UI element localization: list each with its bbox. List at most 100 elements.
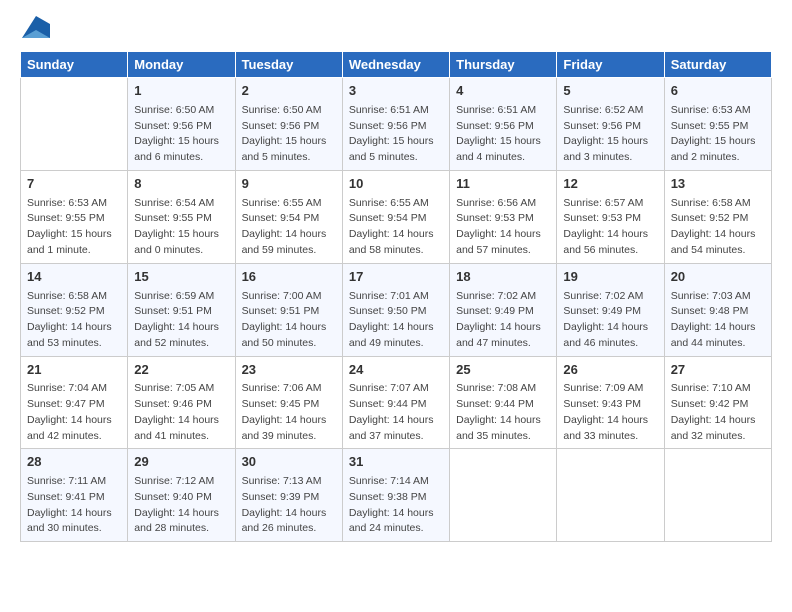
day-number: 13	[671, 175, 765, 194]
calendar-cell: 4Sunrise: 6:51 AMSunset: 9:56 PMDaylight…	[450, 78, 557, 171]
header-wednesday: Wednesday	[342, 52, 449, 78]
day-number: 22	[134, 361, 228, 380]
calendar-cell: 18Sunrise: 7:02 AMSunset: 9:49 PMDayligh…	[450, 263, 557, 356]
calendar-cell: 3Sunrise: 6:51 AMSunset: 9:56 PMDaylight…	[342, 78, 449, 171]
day-number: 2	[242, 82, 336, 101]
day-number: 5	[563, 82, 657, 101]
cell-info: Sunrise: 7:11 AMSunset: 9:41 PMDaylight:…	[27, 474, 121, 537]
day-number: 30	[242, 453, 336, 472]
page-header	[20, 16, 772, 43]
calendar-cell	[21, 78, 128, 171]
cell-info: Sunrise: 7:07 AMSunset: 9:44 PMDaylight:…	[349, 381, 443, 444]
calendar-cell: 23Sunrise: 7:06 AMSunset: 9:45 PMDayligh…	[235, 356, 342, 449]
calendar-cell: 28 Sunrise: 7:11 AMSunset: 9:41 PMDayligh…	[21, 449, 128, 542]
day-number: 18	[456, 268, 550, 287]
cell-info: Sunrise: 6:50 AMSunset: 9:56 PMDaylight:…	[242, 103, 336, 166]
header-sunday: Sunday	[21, 52, 128, 78]
calendar-cell: 16Sunrise: 7:00 AMSunset: 9:51 PMDayligh…	[235, 263, 342, 356]
calendar-cell: 17 Sunrise: 7:01 AMSunset: 9:50 PMDayligh…	[342, 263, 449, 356]
cell-info: Sunrise: 7:04 AMSunset: 9:47 PMDaylight:…	[27, 381, 121, 444]
cell-info: Sunrise: 7:14 AMSunset: 9:38 PMDaylight:…	[349, 474, 443, 537]
week-row-2: 7Sunrise: 6:53 AMSunset: 9:55 PMDaylight…	[21, 170, 772, 263]
calendar-cell: 19 Sunrise: 7:02 AMSunset: 9:49 PMDayligh…	[557, 263, 664, 356]
day-number: 11	[456, 175, 550, 194]
day-number: 6	[671, 82, 765, 101]
cell-info: Sunrise: 7:06 AMSunset: 9:45 PMDaylight:…	[242, 381, 336, 444]
cell-info: Sunrise: 7:01 AMSunset: 9:50 PMDaylight:…	[349, 289, 443, 352]
cell-info: Sunrise: 6:57 AMSunset: 9:53 PMDaylight:…	[563, 196, 657, 259]
calendar-cell: 20 Sunrise: 7:03 AMSunset: 9:48 PMDayligh…	[664, 263, 771, 356]
day-number: 23	[242, 361, 336, 380]
calendar-cell: 6 Sunrise: 6:53 AMSunset: 9:55 PMDaylight…	[664, 78, 771, 171]
calendar-cell: 31 Sunrise: 7:14 AMSunset: 9:38 PMDayligh…	[342, 449, 449, 542]
day-number: 29	[134, 453, 228, 472]
day-number: 12	[563, 175, 657, 194]
day-number: 27	[671, 361, 765, 380]
calendar-cell: 26Sunrise: 7:09 AMSunset: 9:43 PMDayligh…	[557, 356, 664, 449]
cell-info: Sunrise: 7:05 AMSunset: 9:46 PMDaylight:…	[134, 381, 228, 444]
cell-info: Sunrise: 6:55 AMSunset: 9:54 PMDaylight:…	[242, 196, 336, 259]
logo-general	[20, 16, 50, 43]
header-saturday: Saturday	[664, 52, 771, 78]
cell-info: Sunrise: 7:13 AMSunset: 9:39 PMDaylight:…	[242, 474, 336, 537]
calendar-cell: 27Sunrise: 7:10 AMSunset: 9:42 PMDayligh…	[664, 356, 771, 449]
cell-info: Sunrise: 6:56 AMSunset: 9:53 PMDaylight:…	[456, 196, 550, 259]
calendar-cell: 11 Sunrise: 6:56 AMSunset: 9:53 PMDayligh…	[450, 170, 557, 263]
calendar-cell: 9 Sunrise: 6:55 AMSunset: 9:54 PMDaylight…	[235, 170, 342, 263]
week-row-3: 14 Sunrise: 6:58 AMSunset: 9:52 PMDayligh…	[21, 263, 772, 356]
day-number: 31	[349, 453, 443, 472]
header-friday: Friday	[557, 52, 664, 78]
cell-info: Sunrise: 6:53 AMSunset: 9:55 PMDaylight:…	[671, 103, 765, 166]
cell-info: Sunrise: 7:03 AMSunset: 9:48 PMDaylight:…	[671, 289, 765, 352]
logo	[20, 16, 50, 43]
day-number: 1	[134, 82, 228, 101]
calendar-cell: 10 Sunrise: 6:55 AMSunset: 9:54 PMDayligh…	[342, 170, 449, 263]
day-number: 25	[456, 361, 550, 380]
cell-info: Sunrise: 6:50 AMSunset: 9:56 PMDaylight:…	[134, 103, 228, 166]
day-number: 14	[27, 268, 121, 287]
cell-info: Sunrise: 7:12 AMSunset: 9:40 PMDaylight:…	[134, 474, 228, 537]
cell-info: Sunrise: 6:54 AMSunset: 9:55 PMDaylight:…	[134, 196, 228, 259]
header-thursday: Thursday	[450, 52, 557, 78]
calendar-cell: 1 Sunrise: 6:50 AMSunset: 9:56 PMDaylight…	[128, 78, 235, 171]
day-number: 19	[563, 268, 657, 287]
calendar-cell: 25Sunrise: 7:08 AMSunset: 9:44 PMDayligh…	[450, 356, 557, 449]
calendar-cell	[557, 449, 664, 542]
header-monday: Monday	[128, 52, 235, 78]
calendar-cell: 14 Sunrise: 6:58 AMSunset: 9:52 PMDayligh…	[21, 263, 128, 356]
day-number: 26	[563, 361, 657, 380]
cell-info: Sunrise: 7:10 AMSunset: 9:42 PMDaylight:…	[671, 381, 765, 444]
day-number: 9	[242, 175, 336, 194]
day-number: 7	[27, 175, 121, 194]
cell-info: Sunrise: 6:52 AMSunset: 9:56 PMDaylight:…	[563, 103, 657, 166]
cell-info: Sunrise: 6:59 AMSunset: 9:51 PMDaylight:…	[134, 289, 228, 352]
day-number: 10	[349, 175, 443, 194]
calendar-cell: 30 Sunrise: 7:13 AMSunset: 9:39 PMDayligh…	[235, 449, 342, 542]
calendar-cell: 12 Sunrise: 6:57 AMSunset: 9:53 PMDayligh…	[557, 170, 664, 263]
cell-info: Sunrise: 6:51 AMSunset: 9:56 PMDaylight:…	[456, 103, 550, 166]
day-number: 17	[349, 268, 443, 287]
week-row-4: 21Sunrise: 7:04 AMSunset: 9:47 PMDayligh…	[21, 356, 772, 449]
calendar-cell: 22Sunrise: 7:05 AMSunset: 9:46 PMDayligh…	[128, 356, 235, 449]
cell-info: Sunrise: 7:00 AMSunset: 9:51 PMDaylight:…	[242, 289, 336, 352]
day-number: 15	[134, 268, 228, 287]
cell-info: Sunrise: 6:55 AMSunset: 9:54 PMDaylight:…	[349, 196, 443, 259]
calendar-cell: 8 Sunrise: 6:54 AMSunset: 9:55 PMDaylight…	[128, 170, 235, 263]
calendar-cell: 24Sunrise: 7:07 AMSunset: 9:44 PMDayligh…	[342, 356, 449, 449]
cell-info: Sunrise: 6:58 AMSunset: 9:52 PMDaylight:…	[671, 196, 765, 259]
day-number: 8	[134, 175, 228, 194]
cell-info: Sunrise: 6:58 AMSunset: 9:52 PMDaylight:…	[27, 289, 121, 352]
calendar-cell: 5 Sunrise: 6:52 AMSunset: 9:56 PMDaylight…	[557, 78, 664, 171]
calendar-cell: 2 Sunrise: 6:50 AMSunset: 9:56 PMDaylight…	[235, 78, 342, 171]
logo-icon	[22, 16, 50, 38]
cell-info: Sunrise: 7:09 AMSunset: 9:43 PMDaylight:…	[563, 381, 657, 444]
day-number: 20	[671, 268, 765, 287]
calendar-cell: 29 Sunrise: 7:12 AMSunset: 9:40 PMDayligh…	[128, 449, 235, 542]
calendar-table: SundayMondayTuesdayWednesdayThursdayFrid…	[20, 51, 772, 542]
week-row-5: 28 Sunrise: 7:11 AMSunset: 9:41 PMDayligh…	[21, 449, 772, 542]
cell-info: Sunrise: 7:02 AMSunset: 9:49 PMDaylight:…	[563, 289, 657, 352]
day-number: 28	[27, 453, 121, 472]
header-tuesday: Tuesday	[235, 52, 342, 78]
calendar-cell: 21Sunrise: 7:04 AMSunset: 9:47 PMDayligh…	[21, 356, 128, 449]
cell-info: Sunrise: 6:51 AMSunset: 9:56 PMDaylight:…	[349, 103, 443, 166]
